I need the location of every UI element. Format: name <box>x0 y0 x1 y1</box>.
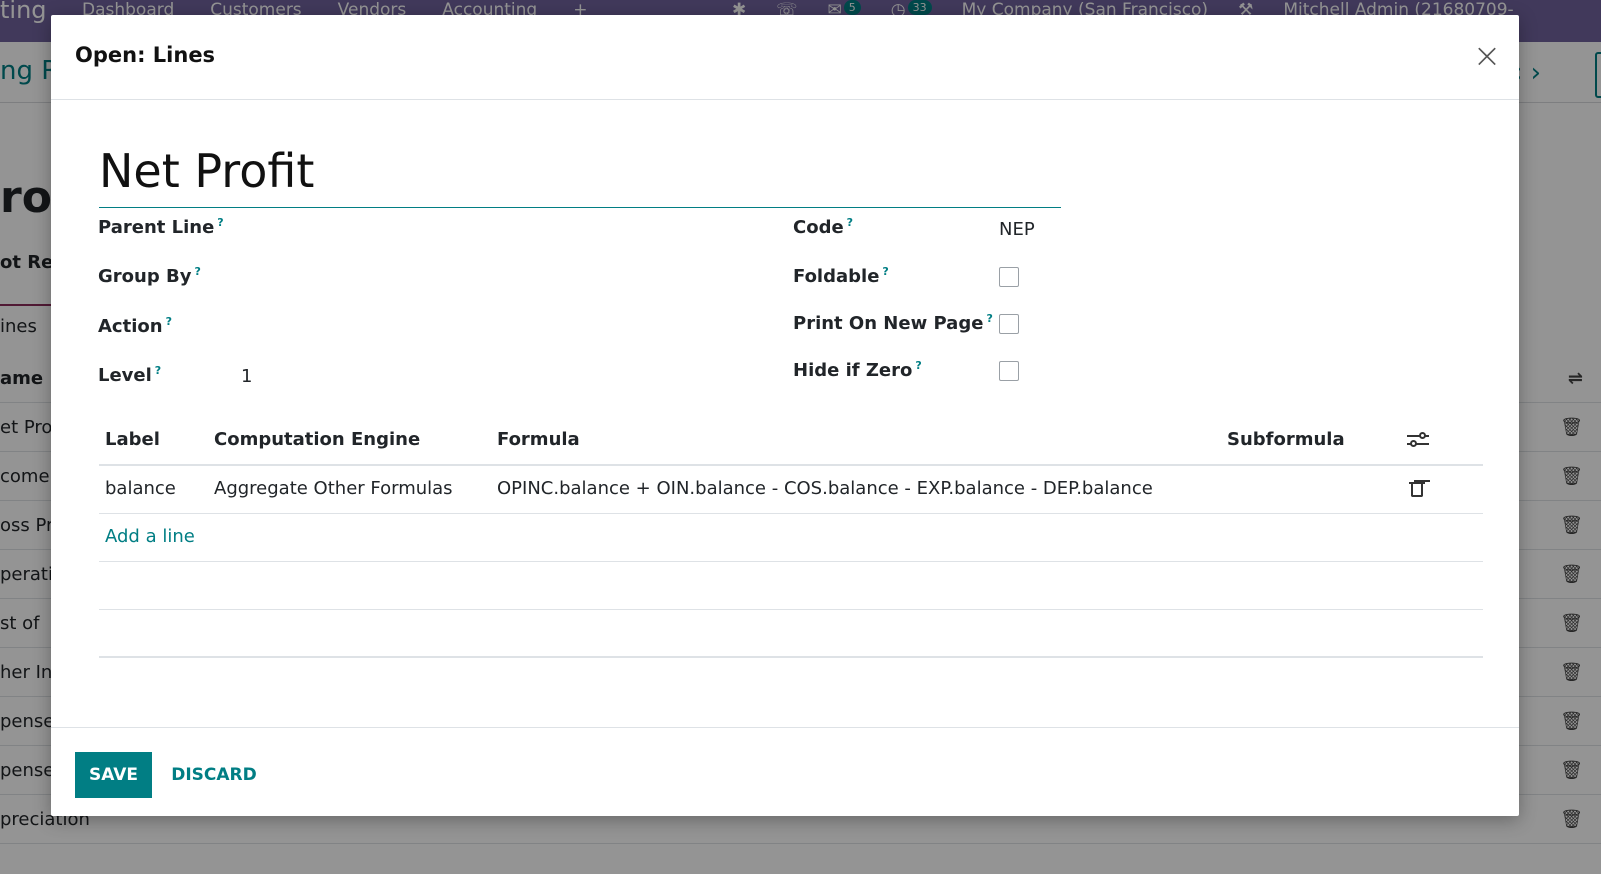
code-label: Code? <box>793 216 854 238</box>
print-on-new-page-checkbox[interactable] <box>999 314 1019 334</box>
help-tooltip-icon[interactable]: ? <box>915 359 921 372</box>
add-a-line-link[interactable]: Add a line <box>105 526 195 547</box>
discard-button[interactable]: DISCARD <box>163 752 265 798</box>
action-label: Action? <box>98 315 172 337</box>
cell-computation-engine[interactable]: Aggregate Other Formulas <box>214 478 453 499</box>
help-tooltip-icon[interactable]: ? <box>217 216 223 229</box>
help-tooltip-icon[interactable]: ? <box>194 265 200 278</box>
group-by-label: Group By? <box>98 265 201 287</box>
level-field[interactable]: 1 <box>241 366 252 387</box>
foldable-label: Foldable? <box>793 265 889 287</box>
help-tooltip-icon[interactable]: ? <box>847 216 853 229</box>
trash-icon[interactable] <box>1409 480 1425 503</box>
help-tooltip-icon[interactable]: ? <box>986 312 992 325</box>
optional-columns-icon[interactable] <box>1407 431 1429 454</box>
dialog-header: Open: Lines × <box>51 15 1519 100</box>
foldable-checkbox[interactable] <box>999 267 1019 287</box>
help-tooltip-icon[interactable]: ? <box>166 315 172 328</box>
table-header: Label Computation Engine Formula Subform… <box>99 417 1483 466</box>
help-tooltip-icon[interactable]: ? <box>155 364 161 377</box>
column-header-subformula[interactable]: Subformula <box>1227 429 1345 450</box>
dialog-footer: SAVE DISCARD <box>51 727 1519 816</box>
column-header-label[interactable]: Label <box>105 429 160 450</box>
dialog-title: Open: Lines <box>75 43 216 67</box>
table-row-empty <box>99 610 1483 658</box>
column-header-computation-engine[interactable]: Computation Engine <box>214 429 420 450</box>
table-row[interactable]: balance Aggregate Other Formulas OPINC.b… <box>99 466 1483 514</box>
help-tooltip-icon[interactable]: ? <box>882 265 888 278</box>
line-name-input[interactable] <box>99 135 1061 208</box>
save-button[interactable]: SAVE <box>75 752 152 798</box>
level-label: Level? <box>98 364 162 386</box>
add-line-row: Add a line <box>99 514 1483 562</box>
cell-formula[interactable]: OPINC.balance + OIN.balance - COS.balanc… <box>497 478 1153 499</box>
cell-label[interactable]: balance <box>105 478 176 499</box>
parent-line-label: Parent Line? <box>98 216 224 238</box>
close-icon[interactable]: × <box>1471 39 1503 73</box>
table-row-empty <box>99 562 1483 610</box>
hide-if-zero-label: Hide if Zero? <box>793 359 922 381</box>
code-field[interactable]: NEP <box>999 219 1035 240</box>
column-header-formula[interactable]: Formula <box>497 429 580 450</box>
open-lines-dialog: Open: Lines × Parent Line? Group By? Act… <box>51 15 1519 816</box>
print-on-new-page-label: Print On New Page? <box>793 312 993 334</box>
hide-if-zero-checkbox[interactable] <box>999 361 1019 381</box>
